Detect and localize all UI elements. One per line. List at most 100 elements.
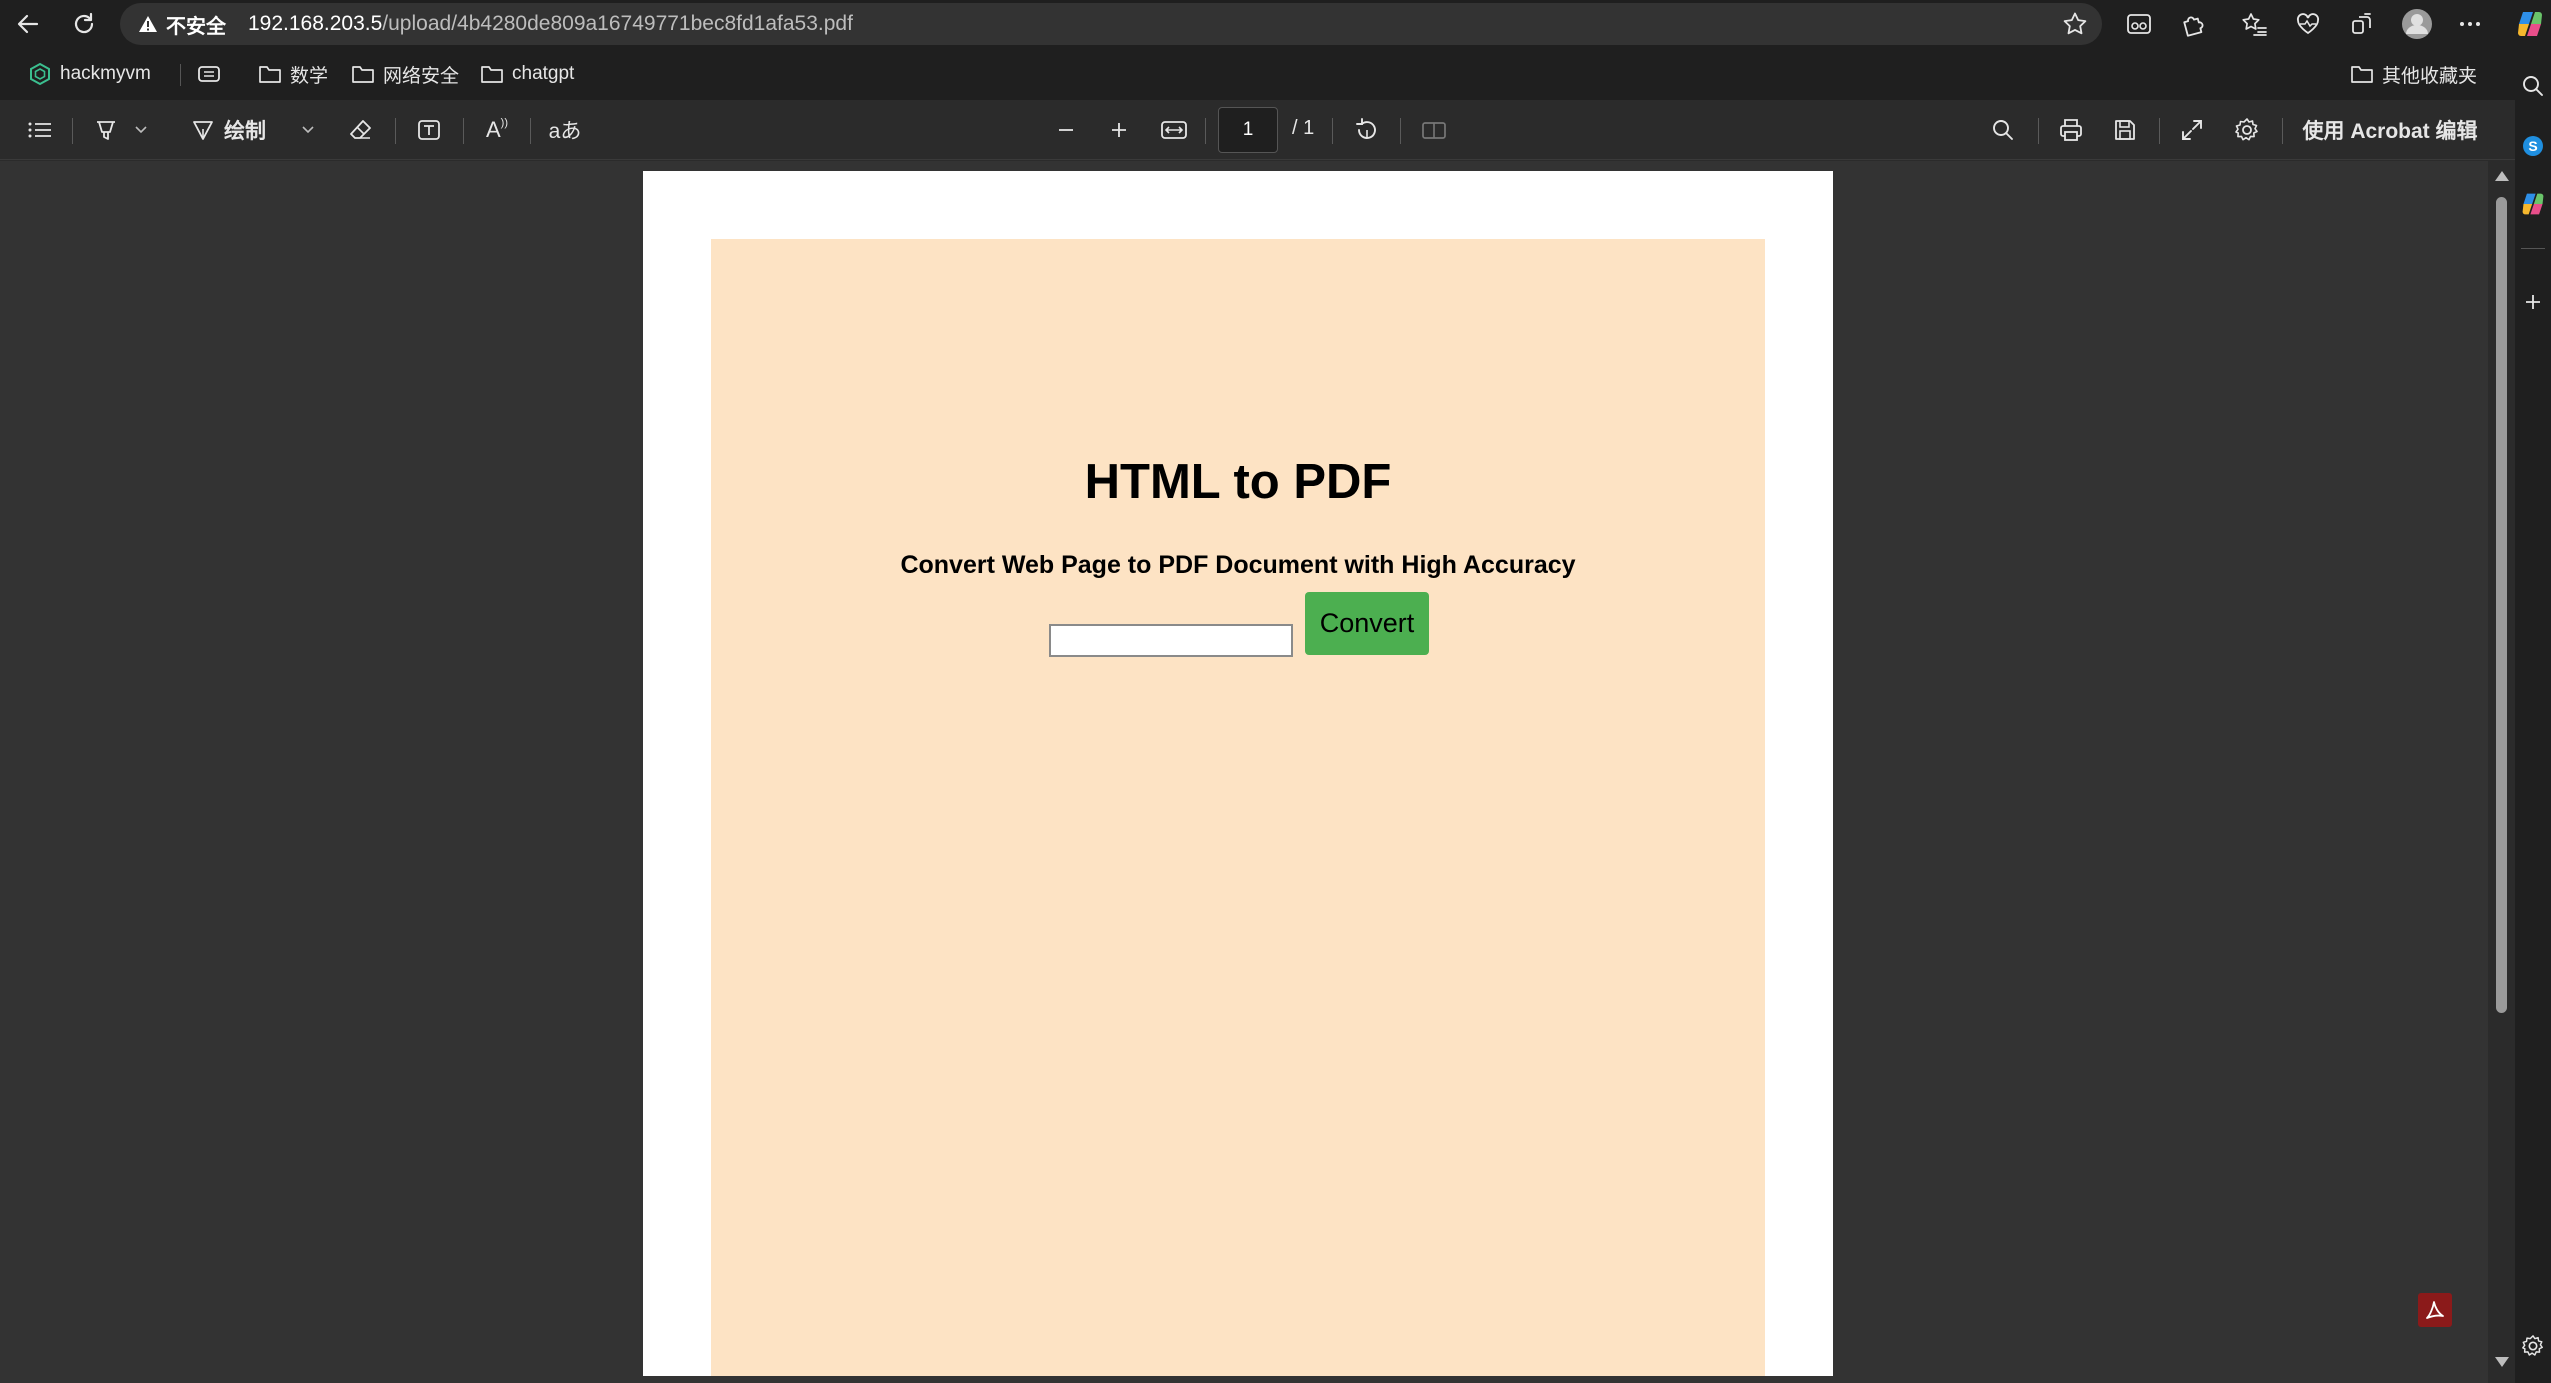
draw-button[interactable]: 绘制: [190, 112, 300, 148]
immersive-reader-button[interactable]: [2121, 6, 2157, 42]
highlight-button[interactable]: [88, 112, 124, 148]
reload-button[interactable]: [66, 6, 102, 42]
rotate-icon: [1353, 116, 1381, 144]
chevron-down-icon: [301, 125, 315, 135]
zoom-in-button[interactable]: [1101, 112, 1137, 148]
avatar: [2401, 8, 2433, 40]
bookmark-folder-math[interactable]: 数学: [258, 58, 328, 90]
print-button[interactable]: [2053, 112, 2089, 148]
read-aloud-button[interactable]: A)): [479, 112, 515, 148]
printer-icon: [2058, 117, 2084, 143]
toolbar-divider: [1332, 118, 1333, 144]
svg-text:S: S: [2528, 138, 2537, 154]
favorite-star-icon[interactable]: [2062, 11, 2088, 37]
pen-icon: [190, 117, 216, 143]
toolbar-divider: [1400, 118, 1401, 144]
search-icon: [2521, 74, 2545, 98]
address-bar[interactable]: 不安全 192.168.203.5/upload/4b4280de809a167…: [120, 3, 2102, 45]
folder-icon: [258, 63, 282, 85]
bookmarks-bar: hackmyvm 数学 网络安全 chatgpt 其他收藏夹: [0, 48, 2515, 100]
fullscreen-button[interactable]: [2174, 112, 2210, 148]
erase-button[interactable]: [343, 112, 379, 148]
document-title: HTML to PDF: [1084, 455, 1392, 509]
translate-button[interactable]: aあ: [545, 112, 585, 148]
add-text-button[interactable]: [411, 112, 447, 148]
draw-options-button[interactable]: [295, 112, 321, 148]
toolbar-divider: [463, 118, 464, 144]
more-menu-button[interactable]: [2452, 6, 2488, 42]
pdf-page: HTML to PDF Convert Web Page to PDF Docu…: [643, 171, 1833, 1376]
plus-icon: [1108, 119, 1130, 141]
url-input-field: [1049, 624, 1293, 657]
url-path: /upload/4b4280de809a16749771bec8fd1afa53…: [382, 12, 853, 35]
page-view-button[interactable]: [1416, 112, 1452, 148]
back-button[interactable]: [10, 6, 46, 42]
translate-icon: aあ: [548, 120, 582, 143]
two-page-icon: [1420, 118, 1448, 142]
rotate-button[interactable]: [1349, 112, 1385, 148]
fit-width-button[interactable]: [1156, 112, 1192, 148]
reader-glasses-icon: [2125, 11, 2153, 37]
heart-pulse-icon: [2294, 11, 2322, 37]
sidebar-settings-button[interactable]: [2519, 1332, 2547, 1360]
pdf-viewer[interactable]: HTML to PDF Convert Web Page to PDF Docu…: [0, 161, 2488, 1383]
bookmark-label: 网络安全: [383, 65, 460, 87]
reload-icon: [71, 11, 97, 37]
extensions-button[interactable]: [2175, 6, 2211, 42]
warning-icon[interactable]: [138, 14, 158, 34]
sidebar-divider: [2521, 248, 2545, 249]
highlighter-icon: [93, 117, 119, 143]
bookmark-label: 其他收藏夹: [2382, 65, 2478, 87]
toolbar-divider: [2159, 118, 2160, 144]
browser-essentials-button[interactable]: [2290, 6, 2326, 42]
bookmark-reading-list[interactable]: [196, 58, 222, 90]
convert-button: Convert: [1305, 592, 1429, 655]
scroll-thumb[interactable]: [2496, 197, 2507, 1013]
find-button[interactable]: [1985, 112, 2021, 148]
contents-button[interactable]: [22, 112, 58, 148]
vertical-scrollbar[interactable]: [2488, 161, 2515, 1383]
scroll-up-arrow[interactable]: [2495, 171, 2509, 181]
read-aloud-icon: A)): [485, 117, 508, 142]
document-body: HTML to PDF Convert Web Page to PDF Docu…: [711, 239, 1765, 1376]
highlight-options-button[interactable]: [128, 112, 154, 148]
url-text[interactable]: 192.168.203.5/upload/4b4280de809a1674977…: [248, 12, 853, 36]
sidebar-add-button[interactable]: [2519, 288, 2547, 316]
expand-icon: [2180, 118, 2204, 142]
bookmark-label: hackmyvm: [60, 63, 151, 84]
sidebar-search-button[interactable]: [2519, 72, 2547, 100]
sidebar-skype-button[interactable]: S: [2519, 132, 2547, 160]
fit-width-icon: [1160, 118, 1188, 142]
bookmark-hackmyvm[interactable]: hackmyvm: [28, 58, 151, 90]
bookmark-other-favorites[interactable]: 其他收藏夹: [2350, 58, 2477, 90]
bookmark-folder-security[interactable]: 网络安全: [351, 58, 459, 90]
favorites-list-icon: [2240, 11, 2268, 37]
page-number-input[interactable]: [1218, 107, 1278, 153]
bookmark-label: 数学: [290, 65, 329, 87]
save-button[interactable]: [2107, 112, 2143, 148]
scroll-down-arrow[interactable]: [2495, 1357, 2509, 1367]
collections-button[interactable]: [2344, 6, 2380, 42]
copilot-icon: [2515, 9, 2545, 39]
acrobat-logo-icon[interactable]: [2418, 1293, 2452, 1327]
profile-button[interactable]: [2399, 6, 2435, 42]
minus-icon: [1055, 119, 1077, 141]
toolbar-divider: [2282, 118, 2283, 144]
chevron-down-icon: [134, 125, 148, 135]
plus-icon: [2522, 291, 2544, 313]
favorites-button[interactable]: [2236, 6, 2272, 42]
copilot-button[interactable]: [2510, 6, 2550, 42]
list-icon: [27, 119, 53, 141]
hackmyvm-icon: [28, 62, 52, 86]
settings-button[interactable]: [2229, 112, 2265, 148]
draw-label: 绘制: [224, 120, 266, 143]
text-box-icon: [416, 117, 442, 143]
skype-icon: S: [2521, 134, 2545, 158]
back-arrow-icon: [15, 11, 41, 37]
toolbar-divider: [2038, 118, 2039, 144]
bookmark-folder-chatgpt[interactable]: chatgpt: [480, 58, 574, 90]
insecure-label[interactable]: 不安全: [166, 10, 226, 39]
zoom-out-button[interactable]: [1048, 112, 1084, 148]
edit-with-acrobat-button[interactable]: 使用 Acrobat 编辑: [2300, 112, 2480, 148]
sidebar-copilot-button[interactable]: [2519, 190, 2547, 218]
